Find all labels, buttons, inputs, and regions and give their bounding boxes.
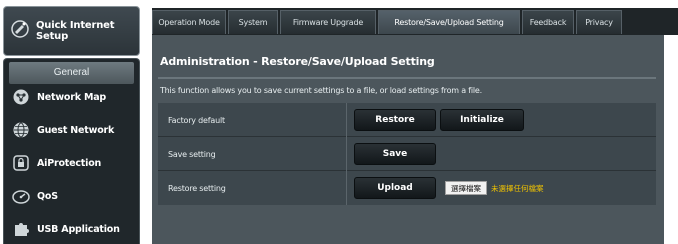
column-divider (346, 137, 347, 171)
speedometer-icon (12, 187, 30, 205)
table-row-factory-default: Factory default Restore Initialize (158, 103, 656, 137)
restore-setting-label: Restore setting (168, 183, 226, 193)
sidebar-item-label: Guest Network (37, 124, 115, 136)
sidebar-item-label: QoS (37, 190, 58, 202)
tab-operation-mode[interactable]: Operation Mode (152, 10, 226, 34)
sidebar-item-label: USB Application (37, 223, 120, 235)
sidebar-item-qos[interactable]: QoS (4, 182, 139, 210)
factory-default-label: Factory default (168, 115, 225, 125)
restore-button[interactable]: Restore (354, 109, 436, 131)
puzzle-icon (12, 220, 30, 238)
sidebar: Quick Internet Setup General Network Map (0, 0, 143, 244)
table-row-save-setting: Save setting Save (158, 137, 656, 171)
sidebar-item-guest-network[interactable]: Guest Network (4, 116, 139, 144)
tab-firmware-upgrade[interactable]: Firmware Upgrade (280, 10, 376, 34)
lock-icon (12, 154, 30, 172)
tab-feedback[interactable]: Feedback (522, 10, 574, 34)
save-button[interactable]: Save (354, 143, 436, 165)
general-menu: General Network Map Guest Network AiProt… (3, 58, 140, 244)
globe-icon (12, 121, 30, 139)
general-header: General (9, 62, 134, 84)
page-title: Administration - Restore/Save/Upload Set… (160, 55, 435, 68)
quick-internet-setup-label: Quick Internet Setup (36, 20, 115, 42)
save-setting-label: Save setting (168, 149, 216, 159)
column-divider (346, 171, 347, 205)
page-description: This function allows you to save current… (160, 86, 482, 95)
file-status-text: 未選擇任何檔案 (491, 183, 544, 193)
tab-privacy[interactable]: Privacy (576, 10, 622, 34)
title-divider (158, 77, 656, 79)
sidebar-item-label: AiProtection (37, 157, 102, 169)
upload-button[interactable]: Upload (354, 177, 436, 199)
settings-panel: Administration - Restore/Save/Upload Set… (152, 35, 664, 244)
sidebar-item-network-map[interactable]: Network Map (4, 83, 139, 111)
tab-restore-save-upload-setting[interactable]: Restore/Save/Upload Setting (378, 10, 520, 34)
sidebar-item-usb-application[interactable]: USB Application (4, 215, 139, 243)
network-map-icon (12, 88, 30, 106)
settings-table: Factory default Restore Initialize Save … (158, 103, 656, 205)
main-content: Operation Mode System Firmware Upgrade R… (143, 0, 678, 244)
choose-file-button[interactable]: 選擇檔案 (445, 181, 487, 195)
tab-system[interactable]: System (228, 10, 278, 34)
initialize-button[interactable]: Initialize (440, 109, 524, 131)
sidebar-item-label: Network Map (37, 91, 107, 103)
sidebar-item-aiprotection[interactable]: AiProtection (4, 149, 139, 177)
tab-bar: Operation Mode System Firmware Upgrade R… (152, 8, 678, 35)
wizard-icon (10, 19, 30, 44)
table-row-restore-setting: Restore setting Upload 選擇檔案 未選擇任何檔案 (158, 171, 656, 205)
quick-internet-setup-button[interactable]: Quick Internet Setup (3, 6, 140, 56)
column-divider (346, 103, 347, 137)
